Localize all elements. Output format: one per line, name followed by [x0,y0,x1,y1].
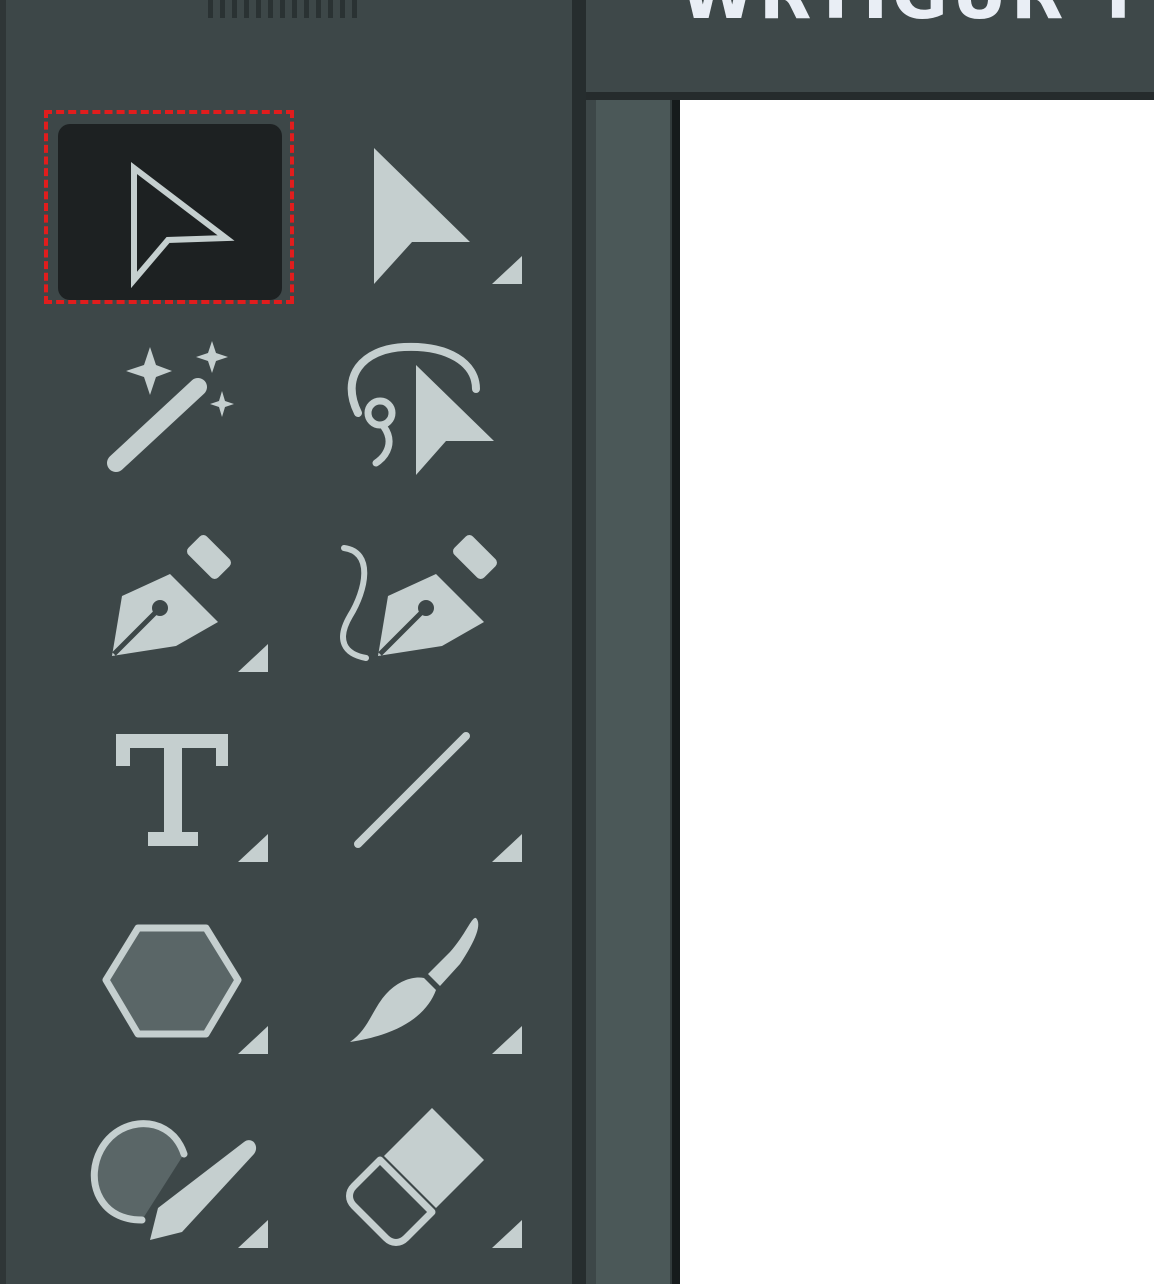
document-tab-bar: WRTIGUR TT [586,0,1154,100]
tools-panel [0,0,572,1284]
vertical-ruler[interactable] [596,100,672,1284]
flyout-indicator-icon [492,256,522,284]
curvature-pen-icon [340,535,497,661]
pen-tool-button[interactable] [46,500,286,690]
magic-wand-icon [107,341,234,472]
flyout-indicator-icon [238,1026,268,1054]
curvature-tool-button[interactable] [300,500,540,690]
flyout-indicator-icon [492,1220,522,1248]
artboard-canvas[interactable] [680,100,1154,1284]
lasso-icon [347,342,494,475]
selection-arrow-icon [131,161,235,289]
paintbrush-tool-button[interactable] [300,882,540,1072]
panel-edge [0,0,6,1284]
shaper-tool-button[interactable] [46,1076,286,1266]
type-tool-button[interactable] [46,690,286,880]
magic-wand-tool-button[interactable] [46,305,286,495]
flyout-indicator-icon [492,834,522,862]
panel-divider[interactable] [572,0,586,1284]
polygon-tool-button[interactable] [46,882,286,1072]
panel-grip-handle[interactable] [208,0,360,18]
flyout-indicator-icon [238,1220,268,1248]
canvas-border [672,100,680,1284]
flyout-indicator-icon [492,1026,522,1054]
document-tab-title[interactable]: WRTIGUR TT [680,0,1154,35]
lasso-tool-button[interactable] [300,305,540,495]
direct-selection-tool-button[interactable] [300,112,540,302]
selection-tool-button[interactable] [44,110,294,304]
flyout-indicator-icon [238,834,268,862]
line-segment-tool-button[interactable] [300,690,540,880]
eraser-tool-button[interactable] [300,1076,540,1266]
flyout-indicator-icon [238,644,268,672]
